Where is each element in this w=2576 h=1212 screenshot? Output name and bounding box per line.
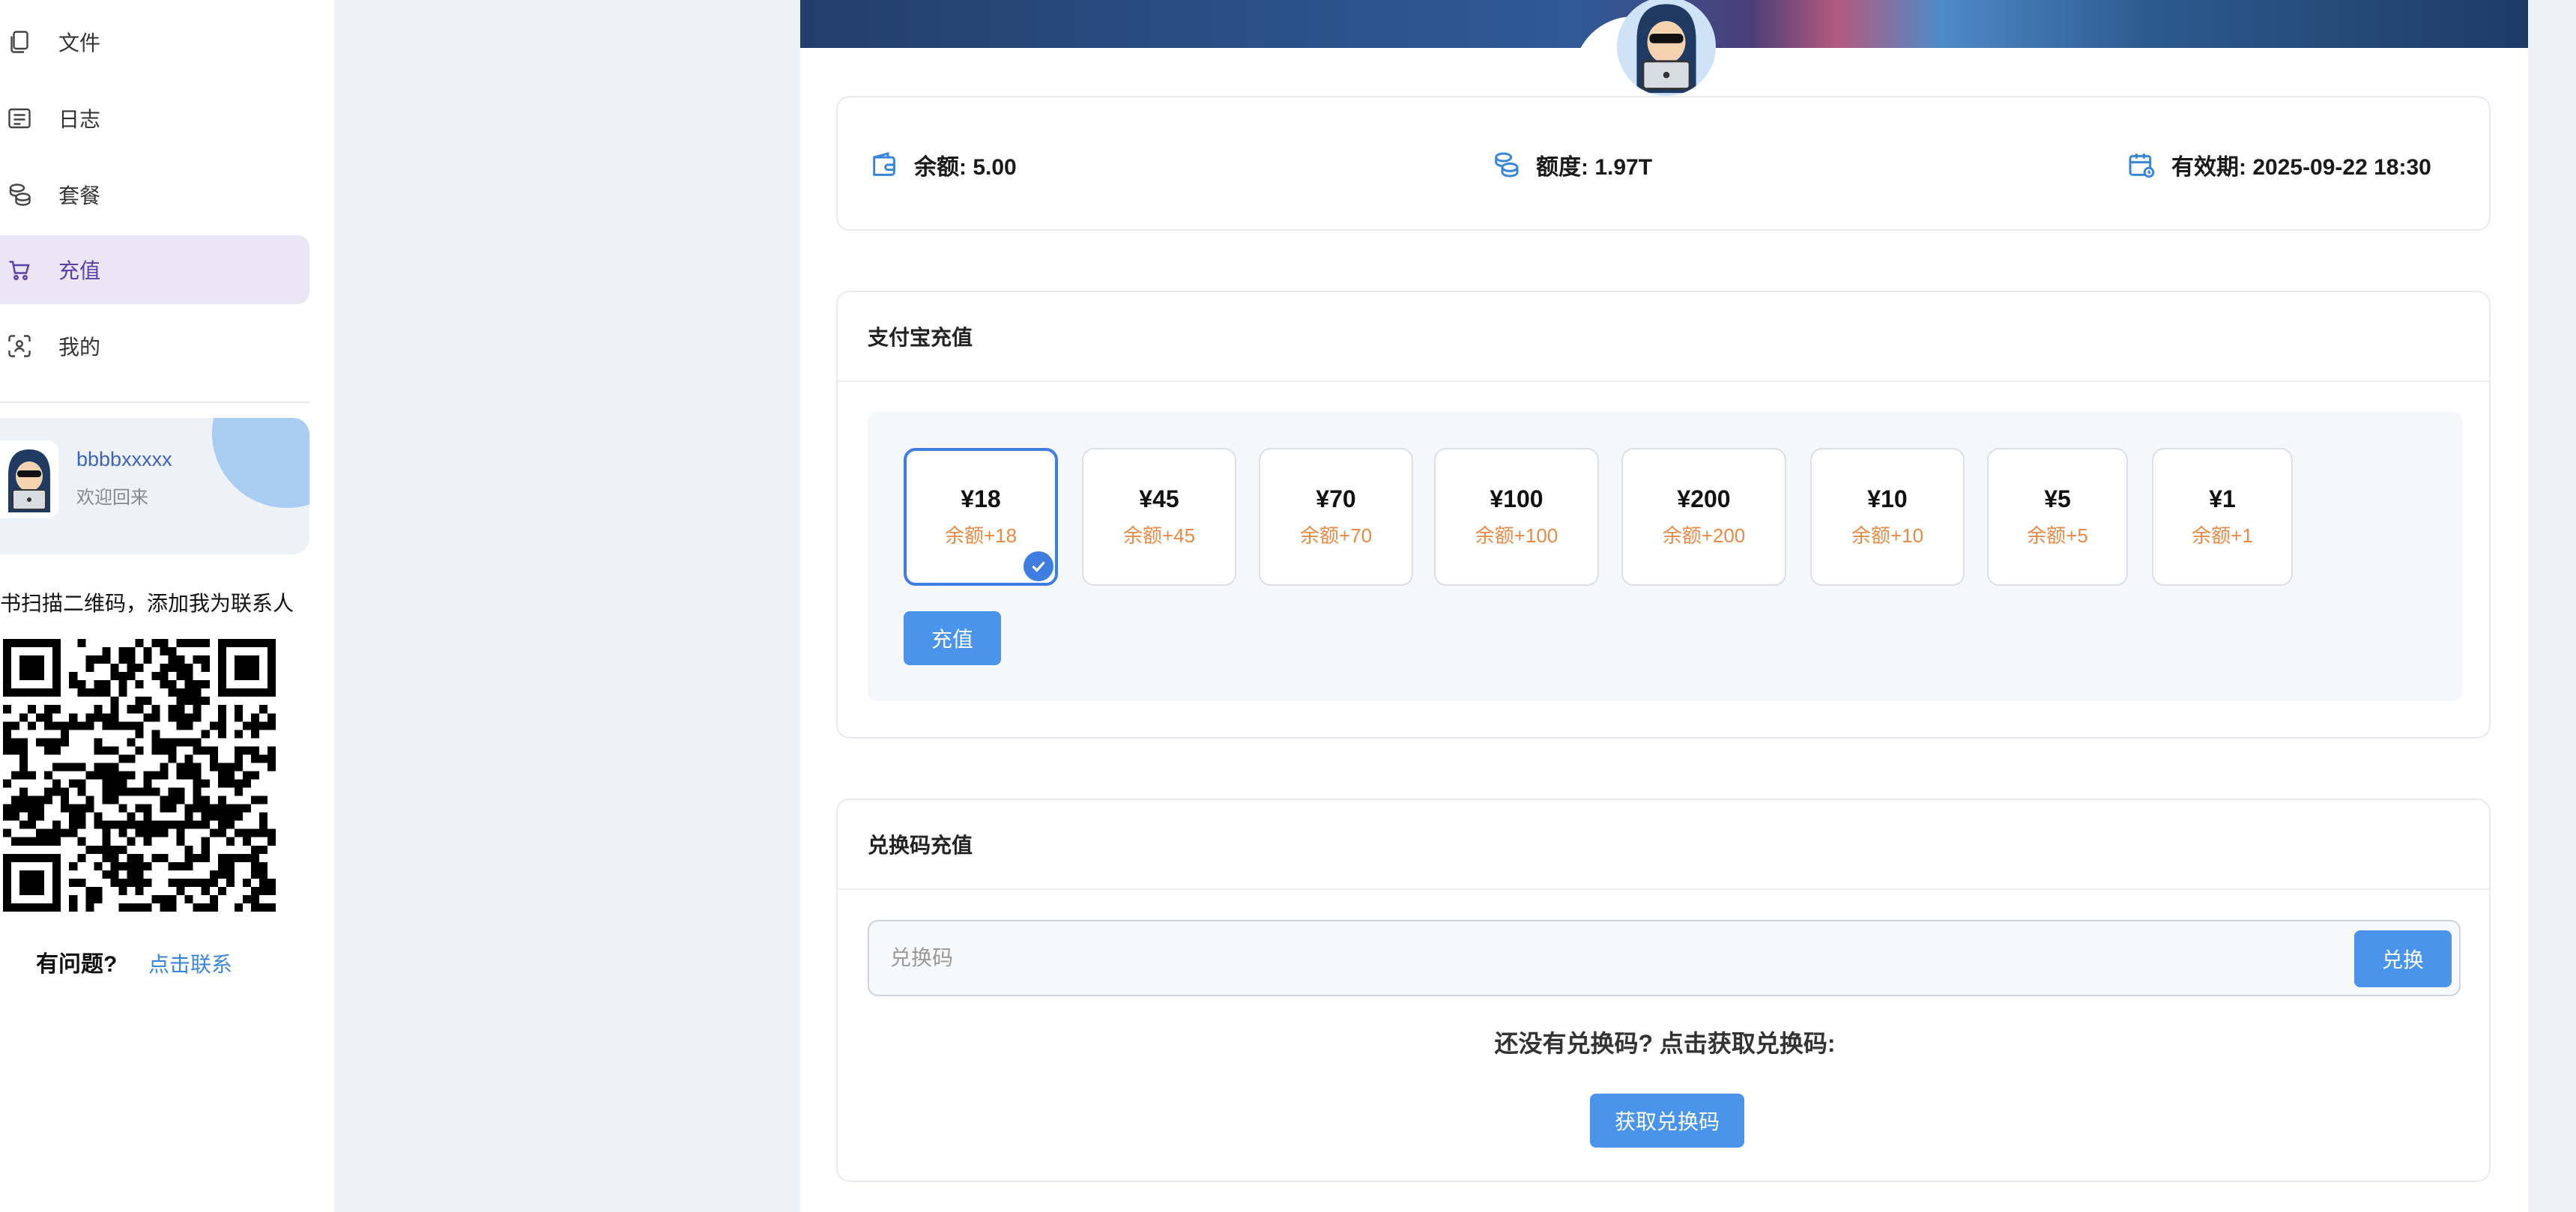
- sidebar-item-label: 套餐: [58, 184, 101, 207]
- plan-option[interactable]: ¥5 余额+5: [1987, 448, 2128, 586]
- quota-stat: 额度: 1.97T: [1491, 97, 1652, 232]
- plan-price: ¥18: [961, 485, 1001, 512]
- account-stats-card: 余额: 5.00 额度: 1.97T 有效期: 2025-09-22 18:30: [836, 96, 2491, 231]
- plan-bonus: 余额+45: [1122, 524, 1196, 547]
- expiry-text: 有效期: 2025-09-22 18:30: [2171, 155, 2431, 180]
- alipay-recharge-card: 支付宝充值 ¥18 余额+18 ¥45 余额+45 ¥70 余额+70 ¥100…: [836, 291, 2491, 739]
- sidebar-item-label: 充值: [58, 259, 101, 282]
- cart-icon: [6, 256, 33, 283]
- sidebar-item-label: 我的: [58, 336, 101, 359]
- redeem-tip: 还没有兑换码? 点击获取兑换码:: [1494, 1030, 1836, 1057]
- coins-icon: [1495, 152, 1519, 178]
- decorative-circle: [212, 418, 309, 508]
- plan-bonus: 余额+1: [2192, 524, 2253, 547]
- main-content: 余额: 5.00 额度: 1.97T 有效期: 2025-09-22 18:30…: [800, 0, 2528, 1212]
- sidebar-item-label: 文件: [58, 31, 101, 55]
- expiry-stat: 有效期: 2025-09-22 18:30: [2126, 97, 2431, 232]
- sidebar-item-plans[interactable]: 套餐: [0, 160, 309, 229]
- redeem-field: 兑换: [868, 920, 2461, 996]
- recharge-button[interactable]: 充值: [904, 611, 1001, 665]
- redeem-code-card: 兑换码充值 兑换 还没有兑换码? 点击获取兑换码: 获取兑换码: [836, 799, 2491, 1182]
- plan-price: ¥1: [2209, 485, 2236, 512]
- sidebar-item-recharge[interactable]: 充值: [0, 235, 309, 304]
- plan-bonus: 余额+5: [2027, 524, 2088, 547]
- qr-tip: 书扫描二维码，添加我为联系人: [0, 592, 294, 615]
- plan-bonus: 余额+200: [1662, 524, 1746, 547]
- calendar-clock-icon: [2129, 154, 2155, 178]
- avatar: [0, 440, 58, 518]
- plan-selector: ¥18 余额+18 ¥45 余额+45 ¥70 余额+70 ¥100 余额+10…: [868, 412, 2462, 701]
- plan-price: ¥70: [1316, 485, 1356, 512]
- sidebar-item-label: 日志: [58, 108, 101, 131]
- plan-price: ¥100: [1490, 485, 1544, 512]
- scan-user-icon: [6, 333, 33, 360]
- plan-price: ¥5: [2044, 485, 2071, 512]
- plan-option[interactable]: ¥70 余额+70: [1259, 448, 1413, 586]
- redeem-title: 兑换码充值: [838, 800, 2489, 890]
- list-icon: [6, 105, 33, 132]
- sidebar-item-mine[interactable]: 我的: [0, 312, 309, 381]
- files-icon: [6, 28, 33, 55]
- plan-bonus: 余额+70: [1299, 524, 1373, 547]
- redeem-code-input[interactable]: [890, 921, 2314, 995]
- quota-text: 额度: 1.97T: [1536, 155, 1653, 180]
- plan-bonus: 余额+10: [1851, 524, 1924, 547]
- plan-option[interactable]: ¥1 余额+1: [2152, 448, 2293, 586]
- help-text: 有问题?: [36, 952, 118, 977]
- coins-icon: [6, 181, 33, 208]
- plan-bonus: 余额+18: [944, 524, 1018, 547]
- user-greeting: 欢迎回来: [76, 488, 148, 508]
- plan-option[interactable]: ¥45 余额+45: [1082, 448, 1236, 586]
- balance-stat: 余额: 5.00: [869, 97, 1017, 232]
- sidebar-item-files[interactable]: 文件: [0, 7, 309, 76]
- exchange-button[interactable]: 兑换: [2354, 930, 2452, 987]
- plan-price: ¥45: [1139, 485, 1179, 512]
- qr-code: [3, 639, 276, 912]
- sidebar: 文件 日志 套餐 充值 我的 bbbbxxxxx 欢迎回来 书扫描二维码，添加我…: [0, 0, 334, 1212]
- sidebar-divider: [0, 402, 309, 403]
- plan-price: ¥200: [1677, 485, 1731, 512]
- plan-option[interactable]: ¥10 余额+10: [1810, 448, 1965, 586]
- plan-option[interactable]: ¥18 余额+18: [904, 448, 1058, 586]
- balance-text: 余额: 5.00: [914, 155, 1017, 180]
- alipay-title: 支付宝充值: [838, 292, 2489, 382]
- plan-bonus: 余额+100: [1475, 524, 1558, 547]
- profile-avatar[interactable]: [1617, 0, 1716, 96]
- check-icon: [1024, 551, 1053, 581]
- user-name: bbbbxxxxx: [76, 448, 172, 470]
- plan-price: ¥10: [1867, 485, 1908, 512]
- wallet-icon: [873, 152, 895, 176]
- plan-option[interactable]: ¥200 余额+200: [1621, 448, 1786, 586]
- contact-link[interactable]: 点击联系: [148, 948, 232, 978]
- get-code-button[interactable]: 获取兑换码: [1590, 1094, 1744, 1148]
- sidebar-item-logs[interactable]: 日志: [0, 84, 309, 153]
- user-card[interactable]: bbbbxxxxx 欢迎回来: [0, 418, 309, 554]
- plan-option[interactable]: ¥100 余额+100: [1434, 448, 1599, 586]
